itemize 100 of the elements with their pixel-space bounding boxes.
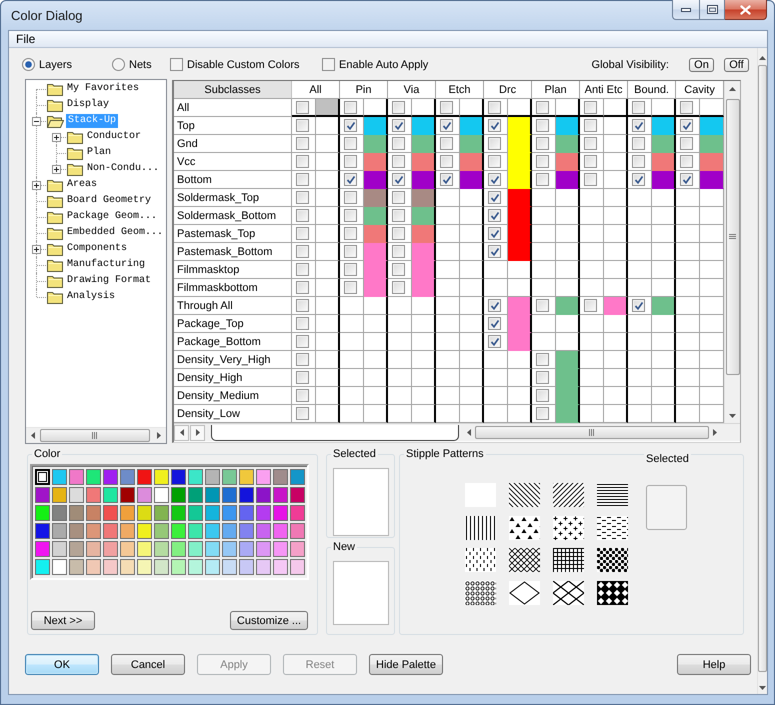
- down-arrow-icon[interactable]: [759, 686, 766, 690]
- checkbox[interactable]: [680, 119, 694, 132]
- tab-scroll-button[interactable]: [190, 424, 205, 440]
- checkbox[interactable]: [584, 100, 598, 114]
- color-swatch[interactable]: [412, 135, 434, 152]
- color-swatch[interactable]: [188, 469, 203, 485]
- color-swatch[interactable]: [508, 171, 530, 188]
- scroll-thumb[interactable]: [758, 65, 767, 672]
- color-swatch[interactable]: [188, 523, 203, 539]
- checkbox[interactable]: [296, 281, 309, 294]
- checkbox[interactable]: [488, 100, 502, 114]
- subclass-name[interactable]: Bottom: [174, 171, 292, 189]
- minus-box-icon[interactable]: [32, 116, 41, 126]
- color-swatch[interactable]: [205, 469, 220, 485]
- color-swatch[interactable]: [364, 189, 386, 206]
- color-swatch[interactable]: [239, 541, 254, 557]
- color-swatch[interactable]: [700, 117, 724, 134]
- radio-icon[interactable]: [112, 58, 125, 71]
- color-swatch[interactable]: [412, 171, 434, 188]
- short-ticks-pattern-icon[interactable]: [465, 548, 496, 572]
- color-swatch[interactable]: [205, 487, 220, 503]
- color-swatch[interactable]: [700, 153, 724, 170]
- checkbox[interactable]: [488, 299, 502, 312]
- maximize-button[interactable]: [699, 0, 725, 20]
- color-swatch[interactable]: [290, 523, 305, 539]
- checkbox[interactable]: [344, 137, 358, 150]
- checkbox-icon[interactable]: [170, 58, 183, 71]
- menu-item[interactable]: File: [14, 32, 38, 46]
- color-swatch[interactable]: [256, 469, 271, 485]
- color-swatch[interactable]: [273, 559, 288, 575]
- color-swatch[interactable]: [86, 469, 101, 485]
- color-swatch[interactable]: [86, 541, 101, 557]
- scroll-thumb[interactable]: [475, 426, 709, 439]
- color-swatch[interactable]: [154, 487, 169, 503]
- color-swatch[interactable]: [103, 487, 118, 503]
- checkbox[interactable]: [296, 263, 309, 276]
- color-swatch[interactable]: [154, 523, 169, 539]
- checkbox[interactable]: [296, 173, 309, 186]
- color-swatch[interactable]: [556, 405, 578, 422]
- checkbox[interactable]: [296, 119, 309, 132]
- tree-item[interactable]: Manufacturing: [65, 258, 148, 272]
- checkbox[interactable]: [296, 227, 309, 240]
- sheet-tab[interactable]: [211, 424, 459, 440]
- color-swatch[interactable]: [652, 297, 674, 314]
- color-swatch[interactable]: [556, 135, 578, 152]
- color-swatch[interactable]: [700, 135, 724, 152]
- color-swatch[interactable]: [700, 171, 724, 188]
- color-swatch[interactable]: [52, 523, 67, 539]
- color-swatch[interactable]: [120, 559, 135, 575]
- subclass-name[interactable]: Through All: [174, 297, 292, 315]
- checkbox[interactable]: [296, 371, 309, 384]
- color-swatch[interactable]: [508, 333, 530, 350]
- checkbox[interactable]: [344, 209, 358, 222]
- dots-pattern-icon[interactable]: [597, 548, 628, 572]
- color-swatch[interactable]: [412, 153, 434, 170]
- checkbox[interactable]: [680, 155, 694, 168]
- tree-item[interactable]: Package Geom...: [65, 210, 160, 224]
- tree-item[interactable]: Conductor: [85, 130, 144, 144]
- color-swatch[interactable]: [69, 505, 84, 521]
- checkbox[interactable]: [536, 389, 550, 402]
- color-swatch[interactable]: [460, 171, 482, 188]
- horizontal-lines-icon[interactable]: [597, 483, 628, 507]
- help-button[interactable]: Help: [677, 654, 751, 675]
- color-swatch[interactable]: [35, 469, 50, 485]
- color-swatch[interactable]: [120, 469, 135, 485]
- checkbox[interactable]: [632, 173, 646, 186]
- color-swatch[interactable]: [103, 505, 118, 521]
- radio-icon[interactable]: [22, 58, 35, 71]
- vertical-scrollbar[interactable]: [724, 81, 740, 423]
- subclass-name[interactable]: Density_Very_High: [174, 351, 292, 369]
- checkbox[interactable]: [392, 227, 406, 240]
- color-swatch[interactable]: [556, 153, 578, 170]
- color-swatch[interactable]: [556, 117, 578, 134]
- color-swatch[interactable]: [508, 297, 530, 314]
- checkbox[interactable]: [296, 245, 309, 258]
- checkbox[interactable]: [296, 191, 309, 204]
- color-swatch[interactable]: [137, 487, 152, 503]
- left-arrow-icon[interactable]: [467, 429, 471, 436]
- checkbox[interactable]: [344, 119, 358, 132]
- color-swatch[interactable]: [120, 505, 135, 521]
- checkbox[interactable]: [680, 173, 694, 186]
- color-swatch[interactable]: [290, 505, 305, 521]
- color-swatch[interactable]: [273, 469, 288, 485]
- checkbox[interactable]: [632, 137, 646, 150]
- color-swatch[interactable]: [652, 153, 674, 170]
- checkbox[interactable]: [392, 119, 406, 132]
- color-swatch[interactable]: [412, 189, 434, 206]
- tree-item[interactable]: My Favorites: [65, 82, 142, 96]
- color-swatch[interactable]: [103, 559, 118, 575]
- color-swatch[interactable]: [171, 559, 186, 575]
- checkbox-option[interactable]: Disable Custom Colors: [170, 58, 322, 71]
- checkbox[interactable]: [488, 191, 502, 204]
- checkbox[interactable]: [296, 100, 309, 114]
- checkbox[interactable]: [536, 137, 550, 150]
- color-swatch[interactable]: [120, 487, 135, 503]
- checkbox[interactable]: [488, 137, 502, 150]
- vertical-lines-icon[interactable]: [465, 516, 496, 540]
- color-swatch[interactable]: [556, 297, 578, 314]
- tab-scroll-button[interactable]: [174, 424, 189, 440]
- color-swatch[interactable]: [222, 487, 237, 503]
